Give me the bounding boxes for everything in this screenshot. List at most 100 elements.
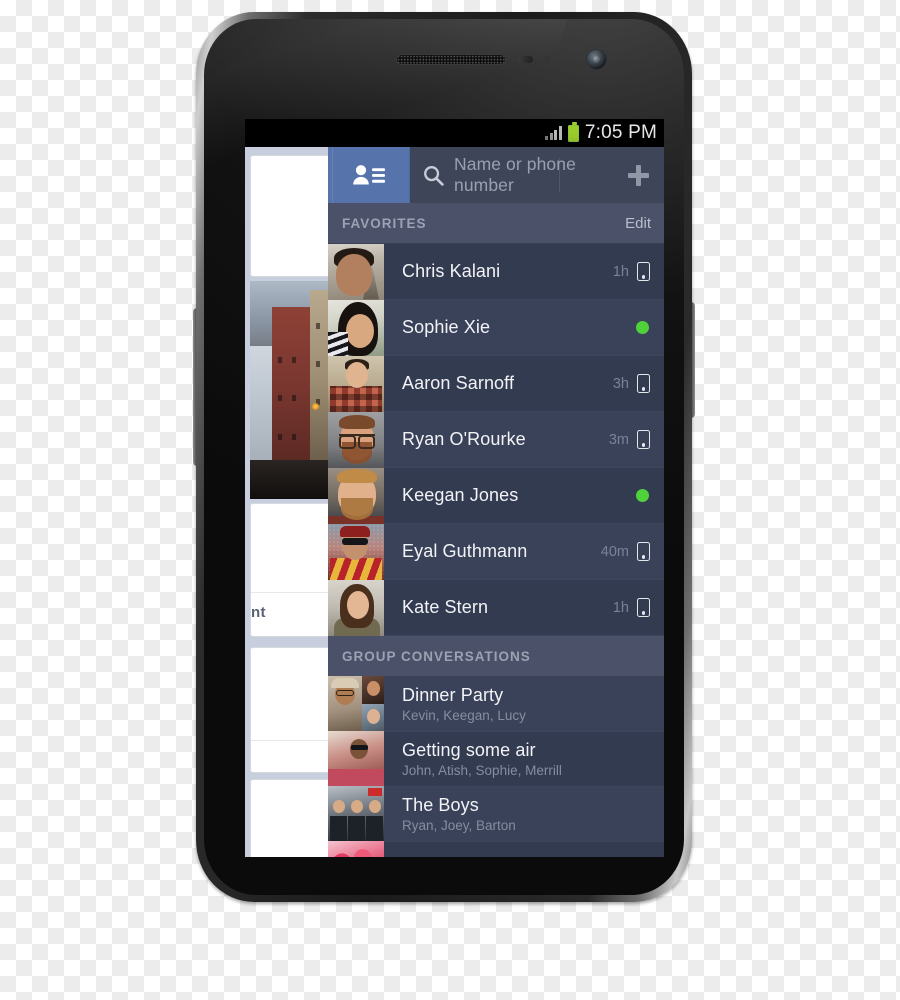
row-meta: 3m <box>609 430 664 449</box>
avatar-collage <box>328 841 384 857</box>
row-text: Kate Stern <box>384 597 613 618</box>
feed-text-fragment: nt <box>251 604 266 621</box>
row-meta: 1h <box>613 598 664 617</box>
row-meta: 1h <box>613 262 664 281</box>
feed-card[interactable] <box>250 779 328 857</box>
section-title: FAVORITES <box>342 215 427 231</box>
collage-cell <box>362 676 384 704</box>
group-row-the-boys[interactable]: The Boys Ryan, Joey, Barton <box>328 786 664 842</box>
row-text: Sophie Xie <box>384 317 628 338</box>
contact-row-kate-stern[interactable]: Kate Stern 1h <box>328 579 664 636</box>
status-clock: 7:05 PM <box>584 122 657 143</box>
group-members: Kevin, Keegan, Lucy <box>402 708 526 723</box>
group-name: Dinner Party <box>402 685 504 705</box>
section-header-group-conversations: GROUP CONVERSATIONS <box>328 636 664 677</box>
ambient-light-sensor <box>543 56 550 63</box>
collage-cell <box>328 841 384 857</box>
row-text: Keegan Jones <box>384 485 628 506</box>
section-header-favorites: FAVORITES Edit <box>328 203 664 244</box>
front-camera-lens <box>593 56 600 63</box>
feed-card[interactable] <box>250 155 328 277</box>
last-active-time: 1h <box>612 599 629 616</box>
row-meta: 40m <box>601 542 664 561</box>
contact-row-keegan-jones[interactable]: Keegan Jones <box>328 467 664 524</box>
battery-full-icon <box>567 122 579 142</box>
row-meta <box>628 489 664 502</box>
contact-row-ryan-orourke[interactable]: Ryan O'Rourke 3m <box>328 411 664 468</box>
row-meta: 3h <box>613 374 664 393</box>
contact-name: Chris Kalani <box>402 261 501 281</box>
card-divider <box>251 592 328 593</box>
last-active-time: 3h <box>612 375 629 392</box>
row-text: Aaron Sarnoff <box>384 373 613 394</box>
toolbar-divider <box>559 158 560 192</box>
messenger-drawer: Name or phone number FAVORITES Edit Chri… <box>328 147 664 857</box>
group-name: Getting some air <box>402 740 536 760</box>
drawer-top-bar: Name or phone number <box>328 147 664 203</box>
feed-card[interactable] <box>250 647 328 773</box>
contact-row-sophie-xie[interactable]: Sophie Xie <box>328 299 664 356</box>
last-active-time: 40m <box>600 543 629 560</box>
group-row-partial[interactable] <box>328 841 664 857</box>
search-magnifier-icon <box>424 165 444 186</box>
app-area: nt Name or phone number FAVORITES Edit C… <box>245 147 664 857</box>
contact-row-aaron-sarnoff[interactable]: Aaron Sarnoff 3h <box>328 355 664 412</box>
phone-mockup: 7:05 PM nt Name or phone number FAVORITE… <box>193 12 695 930</box>
drawer-scroll-body[interactable]: FAVORITES Edit Chris Kalani 1h Sophie Xi… <box>328 203 664 857</box>
collage-cell <box>328 731 384 787</box>
contact-name: Aaron Sarnoff <box>402 373 515 393</box>
mobile-phone-icon <box>637 262 650 281</box>
feed-card[interactable]: nt <box>250 503 328 637</box>
online-dot-icon <box>636 489 649 502</box>
contacts-button[interactable] <box>328 147 410 203</box>
contacts-person-list-icon <box>352 165 385 185</box>
group-row-dinner-party[interactable]: Dinner Party Kevin, Keegan, Lucy <box>328 676 664 732</box>
mobile-phone-icon <box>637 430 650 449</box>
contact-row-chris-kalani[interactable]: Chris Kalani 1h <box>328 243 664 300</box>
avatar-collage <box>328 786 384 842</box>
contact-name: Ryan O'Rourke <box>402 429 526 449</box>
mobile-phone-icon <box>637 374 650 393</box>
group-row-getting-some-air[interactable]: Getting some air John, Atish, Sophie, Me… <box>328 731 664 787</box>
row-text: Chris Kalani <box>384 261 613 282</box>
search-placeholder-text: Name or phone number <box>454 154 576 195</box>
earpiece-mesh <box>397 55 505 64</box>
avatar <box>328 243 384 300</box>
group-name: The Boys <box>402 795 479 815</box>
earpiece-speaker <box>396 54 506 65</box>
contact-name: Eyal Guthmann <box>402 541 528 561</box>
contact-row-eyal-guthmann[interactable]: Eyal Guthmann 40m <box>328 523 664 580</box>
row-text: Eyal Guthmann <box>384 541 601 562</box>
avatar <box>328 299 384 356</box>
avatar <box>328 411 384 468</box>
row-text: Dinner Party Kevin, Keegan, Lucy <box>384 685 664 723</box>
avatar-collage <box>328 731 384 787</box>
collage-cell <box>328 676 362 732</box>
section-title: GROUP CONVERSATIONS <box>342 648 531 664</box>
avatar <box>328 355 384 412</box>
proximity-sensor <box>518 56 533 63</box>
avatar <box>328 523 384 580</box>
avatar-collage <box>328 676 384 732</box>
mobile-phone-icon <box>637 598 650 617</box>
row-text: Getting some air John, Atish, Sophie, Me… <box>384 740 664 778</box>
row-meta <box>628 321 664 334</box>
mobile-phone-icon <box>637 542 650 561</box>
signal-bars-icon <box>545 126 562 140</box>
android-status-bar: 7:05 PM <box>245 119 664 147</box>
group-members: Ryan, Joey, Barton <box>402 818 516 833</box>
search-field[interactable]: Name or phone number <box>410 147 612 203</box>
collage-cell <box>328 786 384 842</box>
contact-name: Kate Stern <box>402 597 489 617</box>
add-conversation-button[interactable] <box>612 147 664 203</box>
plus-icon <box>627 164 649 186</box>
avatar <box>328 467 384 524</box>
feed-photo-city[interactable] <box>250 281 328 499</box>
avatar <box>328 579 384 636</box>
background-newsfeed-peek[interactable]: nt <box>245 147 328 857</box>
last-active-time: 1h <box>612 263 629 280</box>
row-text: Ryan O'Rourke <box>384 429 609 450</box>
contact-name: Keegan Jones <box>402 485 519 505</box>
city-street-photo <box>250 281 328 499</box>
edit-favorites-button[interactable]: Edit <box>625 215 651 232</box>
